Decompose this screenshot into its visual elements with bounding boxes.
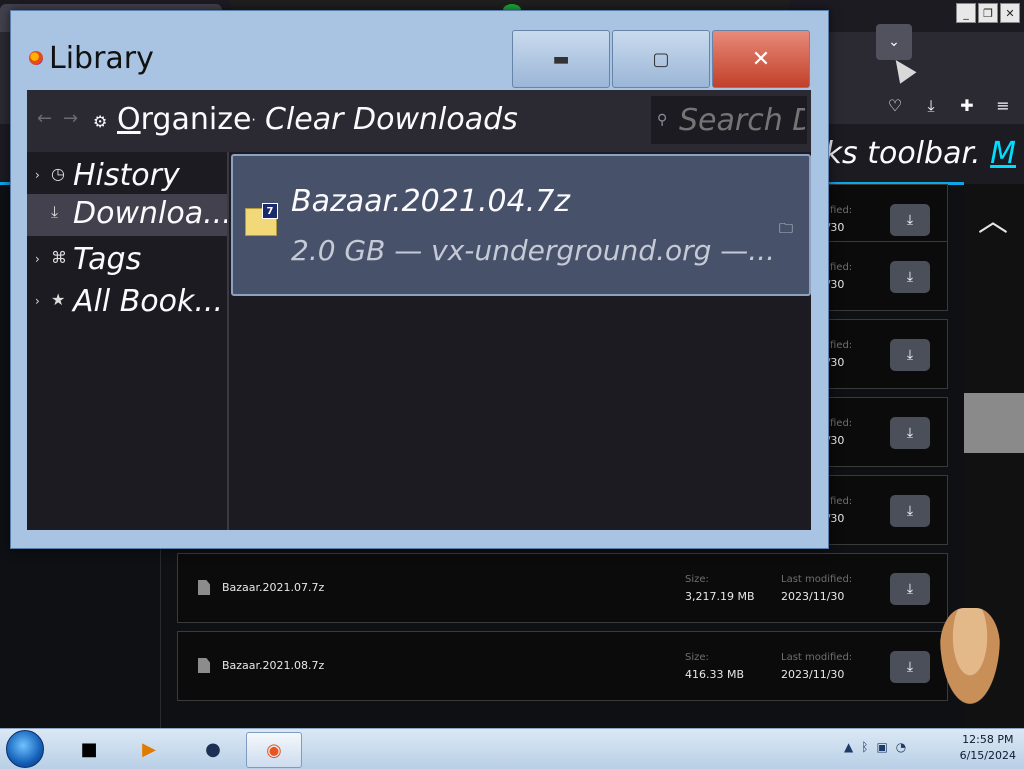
downloads-icon[interactable]: ⤓	[920, 96, 942, 116]
sidebar-item-label: History	[73, 158, 180, 193]
system-tray: ▲ ᛒ ▣ ◔	[844, 740, 906, 754]
network-icon[interactable]: ◔	[896, 740, 906, 754]
download-button[interactable]: ⤓	[890, 573, 930, 605]
search-input[interactable]	[651, 96, 807, 144]
download-icon: ⤓	[51, 202, 59, 221]
firefox-icon[interactable]: ◉	[246, 732, 302, 768]
sidebar-item-label: Tags	[73, 242, 142, 277]
sidebar-item-label: All Book...	[73, 284, 223, 319]
file-icon	[198, 580, 210, 595]
download-button[interactable]: ⤓	[890, 204, 930, 236]
minimize-icon[interactable]: _	[956, 3, 976, 23]
star-icon: ★	[51, 290, 66, 309]
table-row[interactable]: Bazaar.2021.07.7z Size: 3,217.19 MB Last mo…	[177, 553, 948, 623]
download-button[interactable]: ⤓	[890, 339, 930, 371]
media-player-icon[interactable]: ▶	[122, 732, 176, 766]
library-window: Library ▬ ▢ ✕ ← → ⚙ Organize· Clear Down…	[10, 10, 829, 549]
clock-icon: ◷	[51, 164, 65, 183]
scroll-up-icon[interactable]: ︿	[978, 196, 1008, 240]
close-icon: ✕	[751, 46, 771, 72]
search-icon: ⚲	[657, 112, 668, 128]
hamster-mascot	[940, 608, 1000, 704]
browser-toolbar-icons: ♡ ⤓ ✚ ≡	[884, 96, 1014, 116]
gear-icon: ⚙	[93, 112, 108, 131]
close-icon[interactable]: ✕	[1000, 3, 1020, 23]
black-box-glyph: ■	[80, 738, 98, 760]
download-button[interactable]: ⤓	[890, 651, 930, 683]
size-label: Size:	[685, 652, 709, 663]
modified-date: 2023/11/30	[781, 668, 845, 681]
7z-archive-icon: 7	[245, 203, 278, 236]
scrollbar-thumb[interactable]	[964, 393, 1024, 453]
folder-icon[interactable]: 🗀	[779, 218, 793, 242]
file-size: 3,217.19 MB	[685, 590, 755, 603]
globe-glyph: ●	[205, 738, 221, 760]
tag-icon: ⌘	[51, 248, 67, 267]
sidebar-item-downloads[interactable]: ⤓ Downloa...	[27, 194, 227, 236]
download-item[interactable]: 7 Bazaar.2021.04.7z 2.0 GB — vx-undergro…	[231, 154, 811, 296]
chevron-right-icon[interactable]: ›	[35, 168, 40, 182]
browser-window-controls: _ ❐ ✕	[956, 3, 1020, 23]
organize-label: rganize	[140, 102, 252, 137]
download-button[interactable]: ⤓	[890, 495, 930, 527]
library-toolbar: ← → ⚙ Organize· Clear Downloads ⚲	[27, 90, 811, 152]
modified-label: Last modified:	[781, 652, 853, 663]
media-player-glyph: ▶	[142, 738, 156, 760]
download-button[interactable]: ⤓	[890, 261, 930, 293]
table-row[interactable]: Bazaar.2021.08.7z Size: 416.33 MB Last modi…	[177, 631, 948, 701]
sidebar-item-history[interactable]: › ◷ History	[27, 156, 227, 198]
display-icon[interactable]: ▣	[876, 740, 887, 754]
menu-icon[interactable]: ≡	[992, 96, 1014, 116]
minimize-icon: ▬	[552, 48, 570, 70]
file-name[interactable]: Bazaar.2021.08.7z	[222, 659, 324, 672]
organize-dropdown-marker: ·	[251, 112, 256, 129]
file-size: 416.33 MB	[685, 668, 745, 681]
download-details: 2.0 GB — vx-underground.org —...	[291, 234, 771, 267]
restore-icon[interactable]: ❐	[978, 3, 998, 23]
download-filename: Bazaar.2021.04.7z	[291, 184, 571, 219]
maximize-button[interactable]: ▢	[612, 30, 710, 88]
minimize-button[interactable]: ▬	[512, 30, 610, 88]
taskbar-clock[interactable]: 12:58 PM 6/15/2024	[960, 732, 1016, 764]
tab-list-button[interactable]: ⌄	[876, 24, 912, 60]
sidebar-item-all-bookmarks[interactable]: › ★ All Book...	[27, 282, 227, 324]
clock-time: 12:58 PM	[962, 733, 1014, 746]
modified-label: Last modified:	[781, 574, 853, 585]
download-button[interactable]: ⤓	[890, 417, 930, 449]
bookmarks-toolbar-link[interactable]: M	[990, 136, 1016, 171]
library-sidebar: › ◷ History ⤓ Downloa... › ⌘ Tags › ★ Al…	[27, 152, 229, 530]
firefox-glyph: ◉	[266, 739, 282, 761]
back-arrow-icon[interactable]: ←	[37, 108, 52, 129]
modified-date: 2023/11/30	[781, 590, 845, 603]
show-hidden-icons-icon[interactable]: ▲	[844, 740, 853, 754]
pocket-icon[interactable]: ♡	[884, 96, 906, 116]
file-name[interactable]: Bazaar.2021.07.7z	[222, 581, 324, 594]
extensions-icon[interactable]: ✚	[956, 96, 978, 116]
downloads-list: 7 Bazaar.2021.04.7z 2.0 GB — vx-undergro…	[229, 152, 811, 530]
file-icon	[198, 658, 210, 673]
sidebar-item-tags[interactable]: › ⌘ Tags	[27, 240, 227, 282]
clear-downloads-button[interactable]: Clear Downloads	[265, 102, 518, 137]
chevron-right-icon[interactable]: ›	[35, 294, 40, 308]
chevron-down-icon: ⌄	[888, 34, 900, 50]
window-title: Library	[49, 41, 154, 76]
size-label: Size:	[685, 574, 709, 585]
close-button[interactable]: ✕	[712, 30, 810, 88]
maximize-icon: ▢	[652, 48, 670, 70]
organize-access-key: O	[117, 102, 141, 137]
black-box-app-icon[interactable]: ■	[62, 732, 116, 766]
clock-date: 6/15/2024	[959, 749, 1016, 762]
bluetooth-icon[interactable]: ᛒ	[861, 740, 868, 754]
organize-button[interactable]: Organize·	[117, 102, 256, 137]
sidebar-item-label: Downloa...	[73, 196, 227, 231]
library-body: ← → ⚙ Organize· Clear Downloads ⚲ › ◷ Hi…	[27, 90, 811, 530]
globe-app-icon[interactable]: ●	[186, 732, 240, 766]
chevron-right-icon[interactable]: ›	[35, 252, 40, 266]
windows-start-icon[interactable]	[6, 730, 44, 768]
forward-arrow-icon[interactable]: →	[63, 108, 78, 129]
